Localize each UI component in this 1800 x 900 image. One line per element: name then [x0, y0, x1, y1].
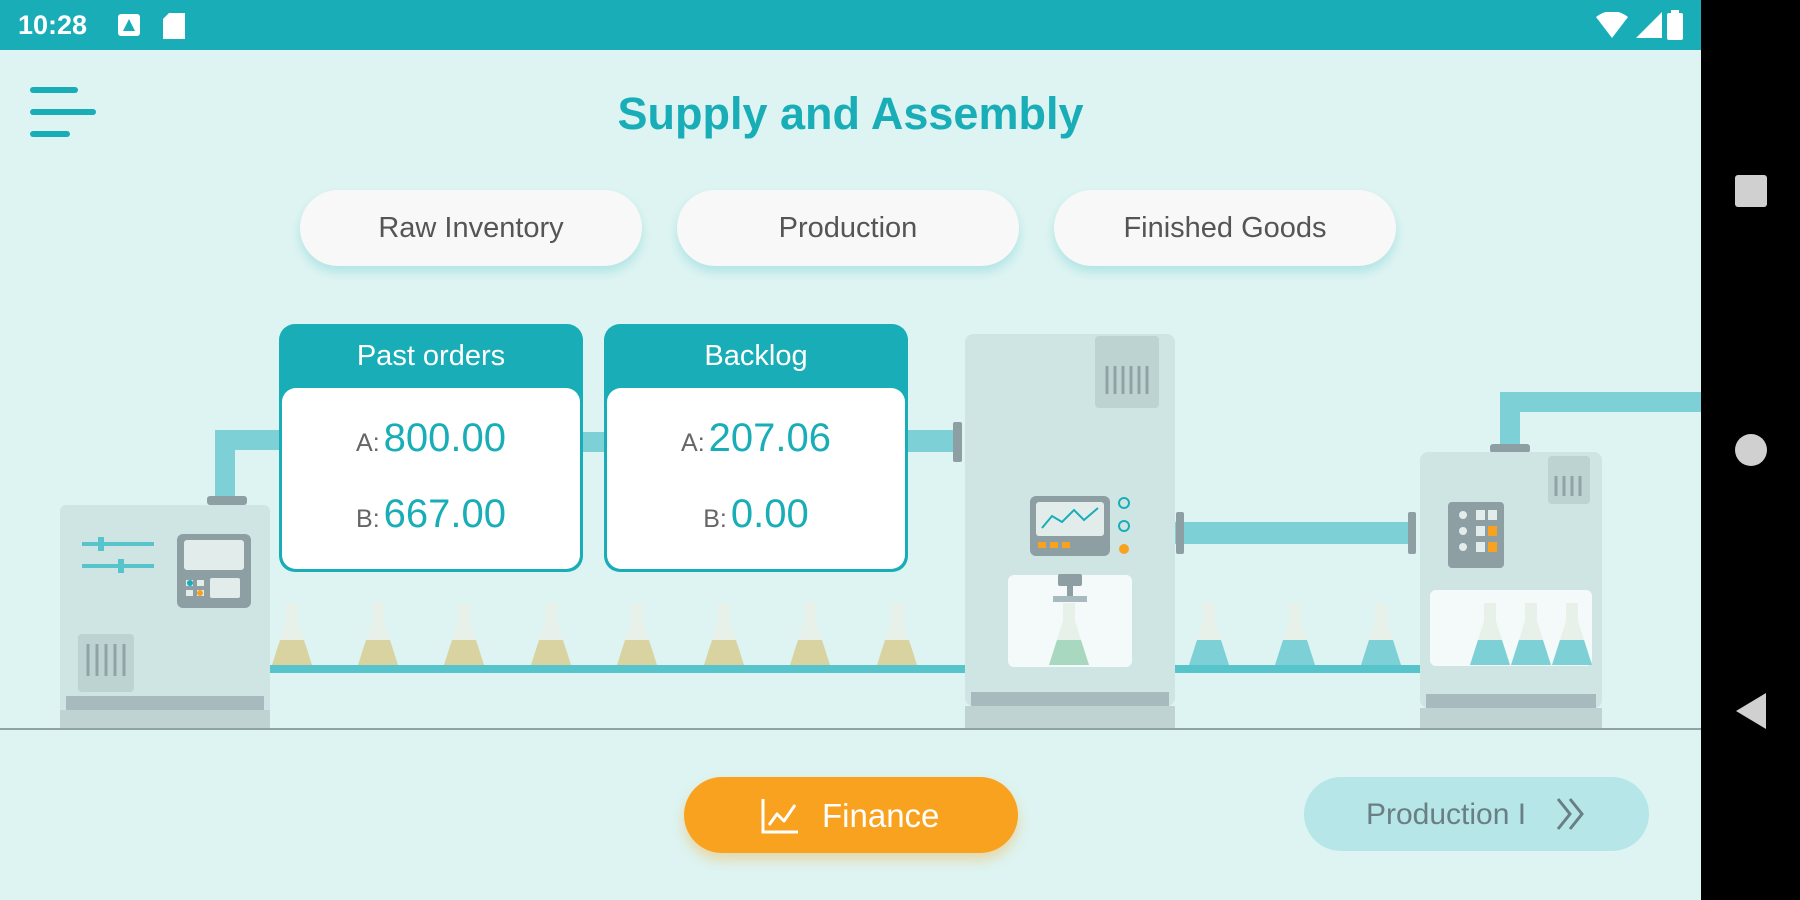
pipe-flange	[1408, 512, 1416, 554]
flask-raw	[790, 603, 830, 665]
pipe-segment	[905, 430, 957, 452]
machine-foot	[965, 706, 1175, 728]
pipe-flange	[1176, 512, 1184, 554]
pipe-flange	[207, 496, 247, 505]
value-label: B:	[703, 505, 727, 533]
pipe-segment	[1175, 522, 1415, 544]
production-machine	[965, 334, 1175, 728]
card-title: Past orders	[356, 340, 506, 372]
value-row-a: A: 207.06	[607, 416, 905, 461]
machine-base	[971, 692, 1169, 706]
pipe-segment	[1500, 392, 1701, 412]
chart-icon	[761, 799, 798, 834]
finance-button[interactable]: Finance	[684, 777, 1018, 853]
machine-base	[1426, 694, 1596, 708]
flask-finished	[1275, 603, 1315, 665]
machine-base	[66, 696, 264, 710]
flask-raw	[704, 603, 744, 665]
backlog-card: Backlog A: 207.06 B: 0.00	[604, 324, 908, 572]
raw-material-machine	[60, 505, 270, 728]
raw-flasks	[272, 603, 917, 665]
flask-raw	[617, 603, 657, 665]
app-screen: 10:28 Supply and Assembly Raw Inventory …	[0, 0, 1701, 900]
card-body: A: 800.00 B: 667.00	[282, 388, 580, 569]
pipe-flange	[1490, 444, 1530, 453]
value-number: 667.00	[383, 492, 506, 536]
production-next-button[interactable]: Production I	[1304, 777, 1649, 851]
card-body: A: 207.06 B: 0.00	[607, 388, 905, 569]
flask-raw	[531, 603, 571, 665]
pipe-segment	[215, 430, 235, 498]
flask-raw	[444, 603, 484, 665]
past-orders-card: Past orders A: 800.00 B: 667.00	[279, 324, 583, 572]
pipe-flange	[953, 422, 962, 462]
vent-panel	[1548, 456, 1590, 504]
vent-panel	[1095, 336, 1159, 408]
triangle-back-icon[interactable]	[1734, 692, 1768, 730]
floor-divider	[0, 728, 1701, 730]
value-row-a: A: 800.00	[282, 416, 580, 461]
flask-raw	[877, 603, 917, 665]
finished-goods-machine	[1420, 452, 1602, 728]
machine-foot	[1420, 708, 1602, 728]
flask-finished	[1361, 603, 1401, 665]
double-chevron-right-icon	[1556, 798, 1584, 830]
flask-raw	[272, 603, 312, 665]
value-number: 800.00	[383, 416, 506, 460]
conveyor-belt	[270, 665, 1430, 673]
card-title: Backlog	[704, 340, 808, 372]
value-row-b: B: 667.00	[282, 492, 580, 537]
flask-raw	[358, 603, 398, 665]
value-row-b: B: 0.00	[607, 492, 905, 537]
square-recents-icon[interactable]	[1734, 174, 1768, 208]
machine-foot	[60, 710, 270, 728]
flask-finished	[1189, 603, 1229, 665]
value-number: 207.06	[708, 416, 831, 460]
value-label: A:	[356, 429, 380, 457]
finished-flasks	[1189, 603, 1592, 665]
value-number: 0.00	[730, 492, 809, 536]
pipe-segment	[1500, 392, 1520, 448]
value-label: B:	[356, 505, 380, 533]
finance-button-label: Finance	[822, 797, 940, 834]
value-label: A:	[681, 429, 705, 457]
system-navigation-bar	[1701, 0, 1800, 900]
production-button-label: Production I	[1366, 798, 1527, 831]
circle-home-icon[interactable]	[1734, 433, 1768, 467]
